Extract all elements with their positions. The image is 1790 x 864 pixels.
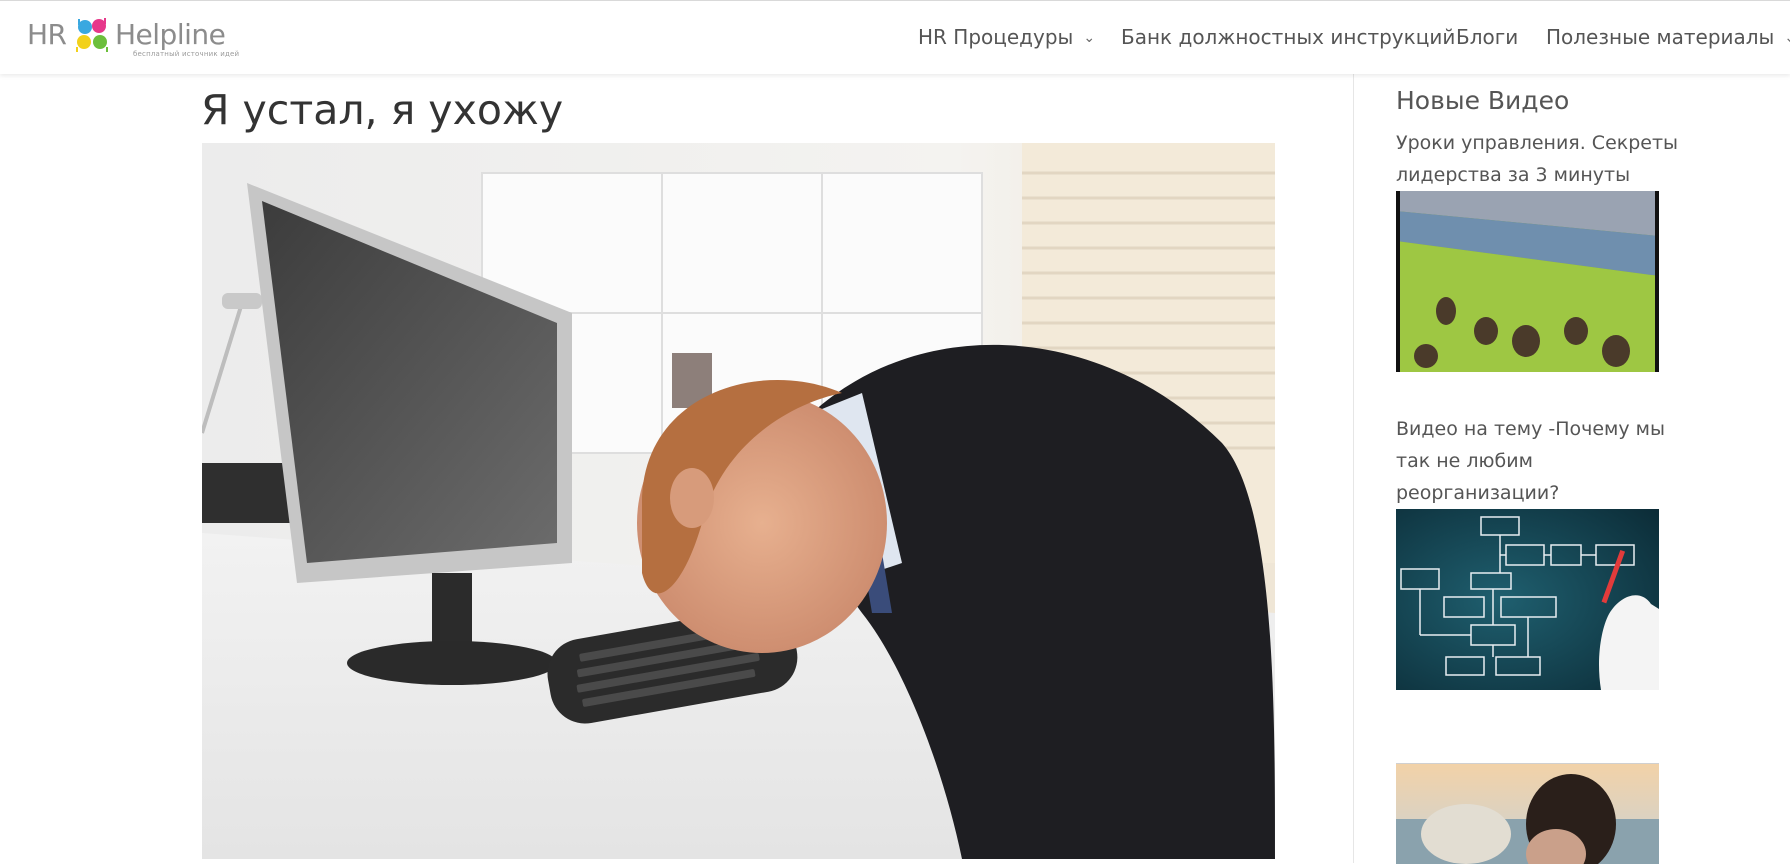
video-link-2[interactable]: Видео на тему -Почему мы так не любим ре… xyxy=(1396,413,1686,509)
video-link-1[interactable]: Уроки управления. Секреты лидерства за 3… xyxy=(1396,127,1686,191)
nav-item-label: Полезные материалы xyxy=(1546,25,1775,49)
nav-item-hr-procedures[interactable]: HR Процедуры ⌄ xyxy=(918,25,1095,49)
video-thumbnail-2[interactable] xyxy=(1396,509,1659,690)
site-header: HR Helpline бесплатный источник идей HR … xyxy=(0,0,1790,74)
colorful-hands-logo-icon xyxy=(76,18,108,52)
chevron-down-icon: ⌄ xyxy=(1083,30,1096,46)
chevron-down-icon: ⌄ xyxy=(1784,30,1790,46)
flowchart-diagram-thumbnail xyxy=(1396,509,1659,690)
site-logo[interactable]: HR Helpline бесплатный источник идей xyxy=(27,16,240,58)
nav-item-label: Блоги xyxy=(1456,25,1519,49)
post-title: Я устал, я ухожу xyxy=(201,86,564,134)
nav-item-blogs[interactable]: Блоги xyxy=(1456,25,1518,49)
nav-item-label: HR Процедуры xyxy=(918,25,1074,49)
sidebar-heading: Новые Видео xyxy=(1396,86,1570,115)
logo-tagline: бесплатный источник идей xyxy=(133,50,240,58)
logo-hr-text: HR xyxy=(27,18,67,51)
nav-item-useful-materials[interactable]: Полезные материалы ⌄ xyxy=(1546,25,1790,49)
logo-helpline-text: Helpline xyxy=(115,18,226,51)
beach-people-thumbnail xyxy=(1396,764,1659,864)
nav-item-job-descriptions[interactable]: Банк должностных инструкций xyxy=(1121,25,1455,49)
nav-item-label: Банк должностных инструкций xyxy=(1121,25,1456,49)
outdoor-crowd-thumbnail xyxy=(1396,191,1659,372)
sidebar-divider xyxy=(1353,73,1354,863)
video-thumbnail-3[interactable] xyxy=(1396,763,1659,864)
tired-office-worker-illustration xyxy=(202,143,1275,859)
featured-image xyxy=(202,143,1275,859)
video-thumbnail-1[interactable] xyxy=(1396,191,1659,372)
